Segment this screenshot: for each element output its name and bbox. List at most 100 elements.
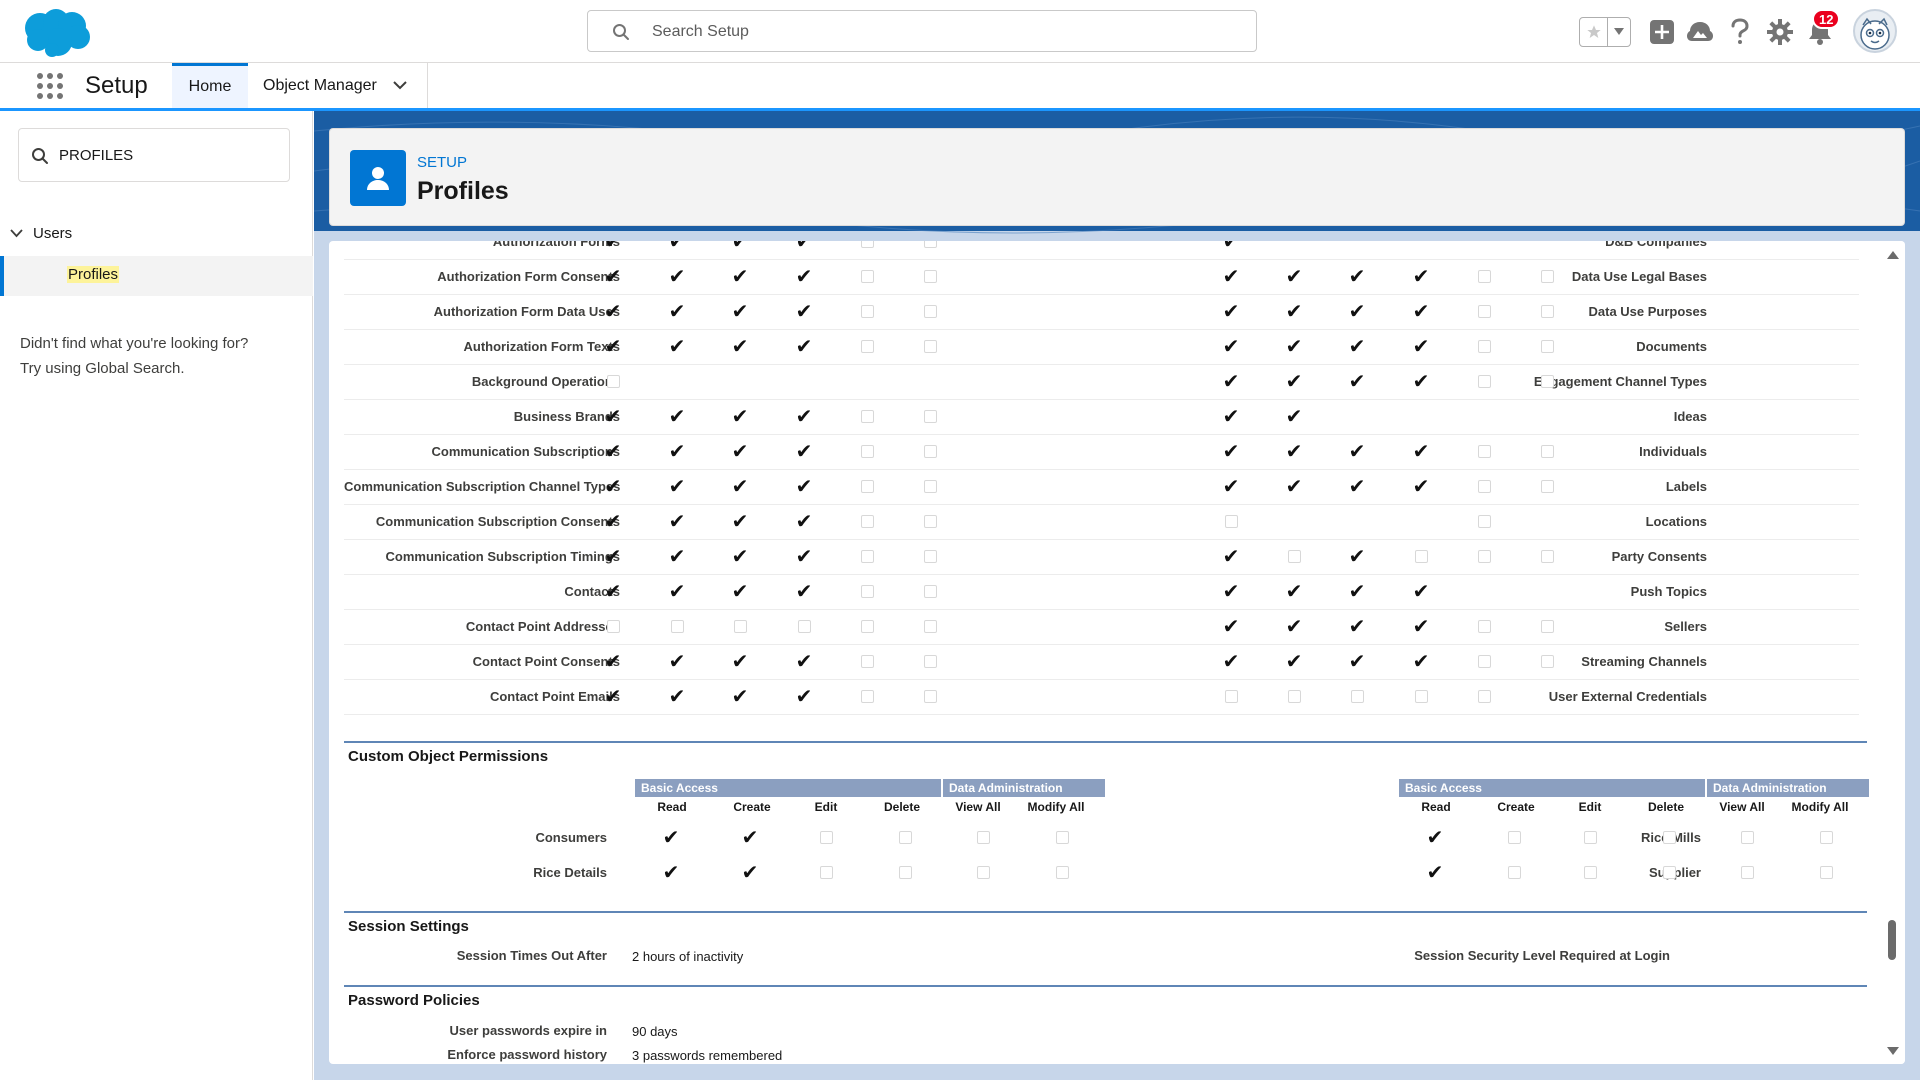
- checkmark-icon: ✔: [668, 509, 686, 533]
- permission-cell: [894, 826, 916, 848]
- permission-cell: ✔: [793, 265, 815, 287]
- unchecked-box-icon: [1414, 689, 1428, 703]
- quick-find-input[interactable]: [59, 143, 279, 167]
- column-header[interactable]: Read: [1401, 800, 1471, 814]
- permission-cell: [1473, 300, 1495, 322]
- permission-cell: [1283, 545, 1305, 567]
- column-header[interactable]: Edit: [791, 800, 861, 814]
- checkmark-icon: ✔: [1285, 614, 1303, 638]
- permission-row: Authorization Form Consents ✔ ✔ ✔ ✔ Data Use …: [344, 260, 1859, 295]
- unchecked-box-icon: [860, 549, 874, 563]
- salesforce-logo[interactable]: [18, 6, 94, 58]
- column-header[interactable]: Create: [717, 800, 787, 814]
- column-header[interactable]: Delete: [1631, 800, 1701, 814]
- unchecked-box-icon: [860, 479, 874, 493]
- permission-cell: [1536, 335, 1558, 357]
- chevron-down-icon[interactable]: [393, 81, 407, 90]
- permission-cell: [856, 615, 878, 637]
- setup-sidebar: Users Profiles Didn't find what you're l…: [0, 111, 313, 1080]
- user-avatar[interactable]: [1853, 9, 1897, 53]
- chevron-down-icon[interactable]: [10, 229, 23, 238]
- column-header[interactable]: Read: [637, 800, 707, 814]
- checkmark-icon: ✔: [795, 684, 813, 708]
- scroll-down-arrow-icon[interactable]: [1887, 1047, 1899, 1055]
- tree-node-users[interactable]: Users: [10, 225, 72, 242]
- permission-cell: [1473, 440, 1495, 462]
- permission-cell: ✔: [793, 405, 815, 427]
- unchecked-box-icon: [1477, 339, 1491, 353]
- permission-cell: [856, 685, 878, 707]
- permission-cell: ✔: [666, 685, 688, 707]
- search-icon: [32, 148, 48, 164]
- permission-cell: ✔: [729, 545, 751, 567]
- setup-gear-icon[interactable]: [1764, 16, 1796, 48]
- permission-cell: [919, 241, 941, 252]
- permission-cell: ✔: [1410, 440, 1432, 462]
- permission-cell: [1473, 685, 1495, 707]
- permission-cell: ✔: [666, 241, 688, 252]
- unchecked-box-icon: [860, 269, 874, 283]
- unchecked-box-icon: [923, 689, 937, 703]
- permission-cell: ✔: [793, 335, 815, 357]
- permission-cell: [1473, 335, 1495, 357]
- tab-home[interactable]: Home: [172, 63, 248, 108]
- column-header[interactable]: View All: [943, 800, 1013, 814]
- global-actions-add-icon[interactable]: [1646, 16, 1678, 48]
- trailhead-icon[interactable]: [1684, 16, 1716, 48]
- permission-cell: [919, 685, 941, 707]
- vertical-scrollbar[interactable]: [1879, 241, 1905, 1064]
- permission-cell: [1536, 615, 1558, 637]
- permission-cell: ✔: [1410, 335, 1432, 357]
- column-header[interactable]: Create: [1481, 800, 1551, 814]
- permission-cell: ✔: [1283, 300, 1305, 322]
- permission-row: Communication Subscription Consents ✔ ✔ ✔ ✔ L…: [344, 505, 1859, 540]
- unchecked-box-icon: [1540, 269, 1554, 283]
- tree-node-profiles[interactable]: Profiles: [0, 256, 313, 296]
- permission-cell: ✔: [1283, 615, 1305, 637]
- permission-cell: [1473, 265, 1495, 287]
- global-search[interactable]: [587, 10, 1257, 52]
- permission-cell: ✔: [729, 580, 751, 602]
- quick-find-box[interactable]: [18, 128, 290, 182]
- column-header[interactable]: Modify All: [1021, 800, 1091, 814]
- column-header[interactable]: Edit: [1555, 800, 1625, 814]
- permission-cell: ✔: [1424, 861, 1446, 883]
- favorites-list-chevron-icon[interactable]: [1608, 18, 1630, 46]
- permission-cell: ✔: [666, 650, 688, 672]
- global-search-input[interactable]: [652, 20, 1212, 44]
- column-header[interactable]: View All: [1707, 800, 1777, 814]
- unchecked-box-icon: [860, 514, 874, 528]
- tab-object-manager[interactable]: Object Manager: [248, 63, 428, 108]
- checkmark-icon: ✔: [731, 241, 749, 253]
- checkmark-icon: ✔: [1285, 369, 1303, 393]
- permission-object-label: User External Credentials: [1548, 689, 1707, 704]
- permission-cell: ✔: [1220, 650, 1242, 672]
- permission-cell: ✔: [1283, 335, 1305, 357]
- app-launcher-icon[interactable]: [36, 72, 64, 100]
- unchecked-box-icon: [923, 304, 937, 318]
- favorites-star-icon[interactable]: [1580, 18, 1608, 46]
- scrollbar-thumb[interactable]: [1888, 920, 1896, 960]
- permission-object-label: Business Brands: [513, 409, 620, 424]
- permission-cell: [856, 241, 878, 252]
- checkmark-icon: ✔: [731, 649, 749, 673]
- scroll-area[interactable]: Authorization Forms ✔ ✔ ✔ ✔ D&B Companies ✔ Aut…: [329, 241, 1879, 1064]
- permission-cell: [1346, 685, 1368, 707]
- help-icon[interactable]: [1724, 16, 1756, 48]
- checkmark-icon: ✔: [795, 649, 813, 673]
- permission-cell: [1473, 370, 1495, 392]
- permission-cell: ✔: [729, 475, 751, 497]
- custom-object-row: Consumers ✔ ✔ Rice Mills ✔: [344, 821, 1859, 856]
- permission-object-label: Authorization Form Texts: [463, 339, 620, 354]
- permission-cell: [1283, 685, 1305, 707]
- column-header[interactable]: Delete: [867, 800, 937, 814]
- column-header[interactable]: Modify All: [1785, 800, 1855, 814]
- checkmark-icon: ✔: [731, 474, 749, 498]
- unchecked-box-icon: [860, 241, 874, 248]
- scroll-up-arrow-icon[interactable]: [1887, 251, 1899, 259]
- permission-cell: ✔: [793, 650, 815, 672]
- unchecked-box-icon: [1477, 549, 1491, 563]
- checkmark-icon: ✔: [741, 860, 759, 884]
- checkmark-icon: ✔: [668, 544, 686, 568]
- checkmark-icon: ✔: [731, 544, 749, 568]
